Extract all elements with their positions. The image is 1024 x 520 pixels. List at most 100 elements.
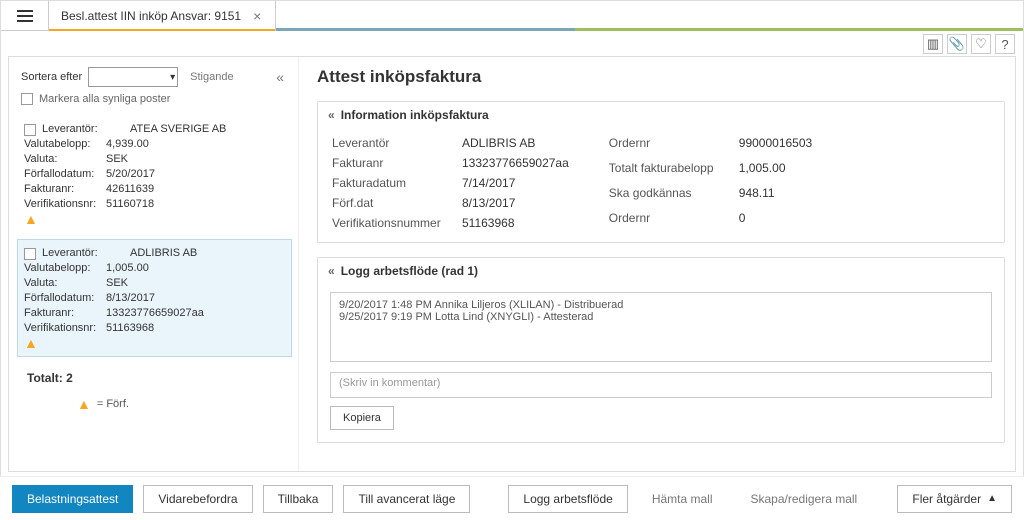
detail-panel: Attest inköpsfaktura « Information inköp…: [299, 57, 1015, 471]
log-line: 9/25/2017 9:19 PM Lotta Lind (XNYGLI) - …: [339, 311, 983, 323]
item-checkbox[interactable]: [24, 248, 36, 260]
field-label: Ordernr: [609, 211, 727, 230]
field-value: ATEA SVERIGE AB: [130, 122, 226, 137]
collapse-icon[interactable]: «: [328, 264, 335, 278]
copy-button[interactable]: Kopiera: [330, 406, 394, 430]
field-label: Fakturadatum: [332, 176, 450, 190]
close-icon[interactable]: ×: [249, 8, 265, 24]
comment-input[interactable]: (Skriv in kommentar): [330, 372, 992, 398]
order-link[interactable]: 0: [739, 211, 812, 230]
mark-all-checkbox[interactable]: [21, 93, 33, 105]
field-label: Ska godkännas: [609, 186, 727, 205]
field-label: Verifikationsnummer: [332, 216, 450, 230]
supplier-link[interactable]: ADLIBRIS AB: [462, 136, 569, 150]
page-title: Attest inköpsfaktura: [317, 67, 1005, 87]
field-value: 7/14/2017: [462, 176, 569, 190]
list-item[interactable]: Leverantör: ATEA SVERIGE AB Valutabelopp…: [17, 115, 292, 233]
field-value: 51160718: [106, 198, 154, 210]
field-value: 8/13/2017: [462, 196, 569, 210]
section-header[interactable]: « Logg arbetsflöde (rad 1): [318, 258, 1004, 284]
field-label: Verifikationsnr:: [24, 321, 106, 336]
field-value: 4,939.00: [106, 138, 149, 150]
list-total: Totalt: 2: [17, 363, 298, 391]
field-label: Förfallodatum:: [24, 167, 106, 182]
get-template-button[interactable]: Hämta mall: [638, 485, 727, 513]
collapse-icon[interactable]: «: [328, 108, 335, 122]
utility-bar: ▥ 📎 ♡ ?: [1, 31, 1023, 57]
legend: ▲ = Förf.: [17, 391, 298, 411]
split-view-icon[interactable]: ▥: [923, 34, 943, 54]
info-left-column: Leverantör ADLIBRIS AB Fakturanr 133237766…: [332, 136, 569, 230]
field-label: Leverantör:: [42, 122, 124, 137]
more-actions-button[interactable]: Fler åtgärder ▲: [897, 485, 1012, 513]
mark-all-label: Markera alla synliga poster: [39, 93, 170, 105]
field-label: Ordernr: [609, 136, 727, 155]
field-value: 948.11: [739, 186, 812, 205]
legend-text: = Förf.: [97, 398, 129, 410]
tab-active[interactable]: Besl.attest IIN inköp Ansvar: 9151 ×: [49, 1, 276, 31]
field-value: 5/20/2017: [106, 168, 155, 180]
order-link[interactable]: 99000016503: [739, 136, 812, 155]
tab-bar: Besl.attest IIN inköp Ansvar: 9151 ×: [1, 1, 1023, 31]
field-label: Leverantör:: [42, 246, 124, 261]
app-menu-button[interactable]: [1, 1, 49, 31]
field-value: SEK: [106, 277, 128, 289]
info-right-column: Ordernr 99000016503 Totalt fakturabelopp 1…: [609, 136, 812, 230]
section-title: Information inköpsfaktura: [341, 108, 489, 122]
tab-strip-remainder: [276, 1, 1023, 31]
field-label: Valuta:: [24, 152, 106, 167]
item-checkbox[interactable]: [24, 124, 36, 136]
field-label: Förf.dat: [332, 196, 450, 210]
log-workflow-button[interactable]: Logg arbetsflöde: [508, 485, 627, 513]
mark-all-row[interactable]: Markera alla synliga poster: [17, 93, 298, 113]
field-value: 1,005.00: [739, 161, 812, 180]
tab-title: Besl.attest IIN inköp Ansvar: 9151: [61, 9, 249, 23]
field-value: 13323776659027aa: [462, 156, 569, 170]
log-line: 9/20/2017 1:48 PM Annika Liljeros (XLILA…: [339, 299, 983, 311]
field-value: ADLIBRIS AB: [130, 246, 197, 261]
field-label: Fakturanr:: [24, 182, 106, 197]
list-panel: Sortera efter ▾ Stigande « Markera alla …: [9, 57, 299, 471]
collapse-panel-icon[interactable]: «: [276, 69, 284, 85]
field-value: 51163968: [462, 216, 569, 230]
field-label: Leverantör: [332, 136, 450, 150]
help-icon[interactable]: ?: [995, 34, 1015, 54]
sort-direction[interactable]: Stigande: [190, 71, 233, 83]
chevron-down-icon: ▾: [170, 72, 175, 83]
sort-label: Sortera efter: [21, 71, 82, 83]
list-item[interactable]: Leverantör: ADLIBRIS AB Valutabelopp:1,0…: [17, 239, 292, 357]
section-log: « Logg arbetsflöde (rad 1) 9/20/2017 1:4…: [317, 257, 1005, 443]
field-label: Förfallodatum:: [24, 291, 106, 306]
section-header[interactable]: « Information inköpsfaktura: [318, 102, 1004, 128]
edit-template-button[interactable]: Skapa/redigera mall: [737, 485, 872, 513]
forward-button[interactable]: Vidarebefordra: [143, 485, 252, 513]
field-value: 42611639: [106, 183, 154, 195]
favorite-icon[interactable]: ♡: [971, 34, 991, 54]
section-info: « Information inköpsfaktura Leverantör AD…: [317, 101, 1005, 243]
back-button[interactable]: Tillbaka: [263, 485, 334, 513]
field-label: Fakturanr: [332, 156, 450, 170]
main-area: Sortera efter ▾ Stigande « Markera alla …: [8, 56, 1016, 472]
action-footer: Belastningsattest Vidarebefordra Tillbak…: [0, 476, 1024, 520]
field-value: 51163968: [106, 322, 154, 334]
field-value: SEK: [106, 153, 128, 165]
field-value: 1,005.00: [106, 262, 149, 274]
field-value: 8/13/2017: [106, 292, 155, 304]
workflow-log: 9/20/2017 1:48 PM Annika Liljeros (XLILA…: [330, 292, 992, 362]
warning-icon: ▲: [24, 212, 283, 226]
field-label: Valutabelopp:: [24, 261, 106, 276]
advanced-mode-button[interactable]: Till avancerat läge: [343, 485, 470, 513]
approve-button[interactable]: Belastningsattest: [12, 485, 133, 513]
sort-select[interactable]: ▾: [88, 67, 178, 87]
sort-row: Sortera efter ▾ Stigande «: [17, 63, 298, 93]
field-value: 13323776659027aa: [106, 307, 204, 319]
field-label: Totalt fakturabelopp: [609, 161, 727, 180]
field-label: Valutabelopp:: [24, 137, 106, 152]
warning-icon: ▲: [77, 397, 91, 411]
section-title: Logg arbetsflöde (rad 1): [341, 264, 478, 278]
more-actions-label: Fler åtgärder: [912, 492, 981, 506]
chevron-up-icon: ▲: [987, 493, 997, 504]
field-label: Valuta:: [24, 276, 106, 291]
attachment-icon[interactable]: 📎: [947, 34, 967, 54]
field-label: Verifikationsnr:: [24, 197, 106, 212]
